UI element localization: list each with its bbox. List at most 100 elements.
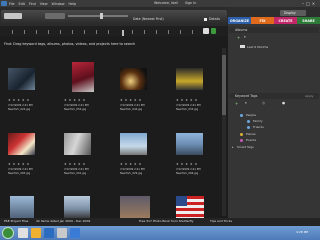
albums-header[interactable]: Albums bbox=[229, 27, 319, 33]
photo-filename: NewYork_033.jpg bbox=[176, 108, 199, 111]
app-icon bbox=[1, 1, 7, 6]
timeline-tick bbox=[132, 30, 133, 34]
keyword-tags-title: Keyword Tags bbox=[235, 94, 258, 98]
thumbnail-size-track[interactable] bbox=[68, 15, 128, 17]
taskbar-app-icon[interactable] bbox=[70, 228, 80, 238]
menu-file[interactable]: File bbox=[9, 2, 15, 6]
timeline-marker-icon[interactable] bbox=[211, 28, 216, 34]
clock: 4:28 PM bbox=[296, 230, 309, 234]
menu-window[interactable]: Window bbox=[52, 2, 65, 6]
photo-thumbnail[interactable] bbox=[120, 68, 147, 90]
thumbnail-size-slider[interactable] bbox=[100, 13, 103, 19]
photo-filename: NewYork_001.jpg bbox=[64, 172, 87, 175]
timeline-end-button[interactable] bbox=[203, 28, 209, 34]
rating-stars[interactable]: ★ ★ ★ ★ ★ bbox=[176, 162, 198, 166]
close-icon[interactable]: × bbox=[312, 1, 315, 6]
taskbar-app-icon[interactable] bbox=[31, 228, 41, 238]
photo-thumbnail[interactable] bbox=[120, 133, 147, 155]
photo-thumbnail[interactable] bbox=[72, 62, 94, 92]
tag-people[interactable]: People bbox=[246, 113, 256, 117]
sort-order-label[interactable]: Date (Newest First) bbox=[133, 17, 164, 21]
flag-canton bbox=[176, 196, 187, 206]
photo-thumbnail[interactable] bbox=[120, 196, 150, 218]
tab-share[interactable]: SHARE bbox=[297, 17, 320, 24]
grid-scrollbar-thumb[interactable] bbox=[222, 55, 226, 115]
tag-places-icon bbox=[240, 133, 243, 136]
photo-date: 7/12/2009 2:41 PM bbox=[64, 168, 89, 171]
tag-family[interactable]: Family bbox=[253, 119, 263, 123]
taskbar-app-icon[interactable] bbox=[44, 228, 54, 238]
project-bin-label[interactable]: PSE Project Files bbox=[4, 219, 28, 223]
taskbar-app-icon[interactable] bbox=[18, 228, 28, 238]
timeline-tick bbox=[180, 30, 181, 34]
taskbar-app-icon[interactable] bbox=[57, 228, 67, 238]
maximize-icon[interactable]: □ bbox=[306, 1, 310, 6]
rating-stars[interactable]: ★ ★ ★ ★ ★ bbox=[8, 162, 30, 166]
smart-tags-section[interactable]: Smart Tags bbox=[237, 145, 254, 149]
tab-organize[interactable]: ORGANIZE bbox=[228, 17, 251, 24]
add-tag-icon[interactable]: + bbox=[235, 101, 238, 106]
album-icon bbox=[240, 45, 245, 48]
apply-button[interactable]: Apply bbox=[305, 94, 313, 98]
rating-stars[interactable]: ★ ★ ★ ★ ★ bbox=[120, 162, 142, 166]
album-options-icon[interactable]: ▾ bbox=[244, 35, 246, 39]
rating-stars[interactable]: ★ ★ ★ ★ ★ bbox=[176, 98, 198, 102]
photo-thumbnail[interactable] bbox=[8, 68, 35, 90]
window-controls: – □ × bbox=[302, 0, 315, 7]
minimize-icon[interactable]: – bbox=[302, 1, 304, 6]
photo-thumbnail[interactable] bbox=[176, 133, 203, 155]
photo-date: 7/12/2009 2:41 PM bbox=[176, 104, 201, 107]
tab-fix[interactable]: FIX bbox=[251, 17, 274, 24]
photo-filename: NewYork_044.jpg bbox=[120, 108, 143, 111]
tag-cloud-icon[interactable]: ◎ bbox=[262, 101, 265, 105]
rating-stars[interactable]: ★ ★ ★ ★ ★ bbox=[64, 98, 86, 102]
photo-filename: NewYork_005.jpg bbox=[8, 172, 31, 175]
tag-pin-icon[interactable]: ● bbox=[282, 101, 285, 105]
search-hint: Find: Drag keyword tags, albums, photos,… bbox=[4, 42, 136, 46]
menu-view[interactable]: View bbox=[40, 2, 48, 6]
photo-thumbnail[interactable] bbox=[64, 133, 91, 155]
tag-places[interactable]: Places bbox=[246, 132, 256, 136]
timeline-tick bbox=[12, 30, 13, 34]
timeline-slider[interactable] bbox=[122, 30, 124, 36]
photo-filename: NewYork_022.jpg bbox=[8, 108, 31, 111]
display-button[interactable]: Display bbox=[280, 10, 306, 16]
timeline-tick bbox=[36, 30, 37, 34]
tag-people-icon bbox=[240, 114, 243, 117]
photo-filename: NewYork_052.jpg bbox=[64, 108, 87, 111]
tab-create[interactable]: CREATE bbox=[274, 17, 297, 24]
smart-tags-expand-icon[interactable]: ▸ bbox=[232, 145, 234, 149]
tips-link[interactable]: Tips and Tricks bbox=[210, 219, 232, 223]
rating-stars[interactable]: ★ ★ ★ ★ ★ bbox=[64, 162, 86, 166]
timeline-tick bbox=[84, 30, 85, 34]
sign-in-link[interactable]: Sign In bbox=[185, 1, 196, 5]
timeline-tick bbox=[60, 30, 61, 34]
add-album-icon[interactable]: + bbox=[237, 35, 240, 40]
album-item-last-6-months[interactable]: Last 6 Months bbox=[247, 45, 268, 49]
tag-options-icon[interactable]: ▾ bbox=[245, 101, 247, 105]
photo-date: 7/12/2009 2:41 PM bbox=[120, 104, 145, 107]
details-label: Details bbox=[209, 17, 221, 21]
menu-find[interactable]: Find bbox=[29, 2, 36, 6]
photo-filename: NewYork_006.jpg bbox=[176, 172, 199, 175]
photo-thumbnail[interactable] bbox=[8, 133, 35, 155]
rating-stars[interactable]: ★ ★ ★ ★ ★ bbox=[8, 98, 30, 102]
photo-thumbnail[interactable] bbox=[64, 196, 90, 218]
details-checkbox[interactable] bbox=[204, 18, 207, 21]
timeline-scale[interactable] bbox=[0, 26, 228, 36]
date-display[interactable] bbox=[4, 13, 22, 19]
menu-edit[interactable]: Edit bbox=[19, 2, 25, 6]
timeline-tick bbox=[168, 30, 169, 34]
photo-thumbnail[interactable] bbox=[10, 196, 34, 218]
menu-bar: File Edit Find View Window Help bbox=[9, 0, 76, 7]
tag-events[interactable]: Events bbox=[246, 138, 256, 142]
photo-thumbnail[interactable] bbox=[176, 68, 203, 90]
start-button[interactable] bbox=[2, 227, 14, 239]
workspace-tabs: ORGANIZE FIX CREATE SHARE bbox=[228, 17, 320, 24]
promo-link[interactable]: Free 5x7 Photo Book from Shutterfly bbox=[139, 219, 194, 223]
menu-help[interactable]: Help bbox=[69, 2, 77, 6]
tag-friends[interactable]: Friends bbox=[253, 125, 264, 129]
rating-stars[interactable]: ★ ★ ★ ★ ★ bbox=[120, 98, 142, 102]
photo-date: 7/12/2009 2:41 PM bbox=[176, 168, 201, 171]
sort-select[interactable] bbox=[45, 13, 65, 19]
